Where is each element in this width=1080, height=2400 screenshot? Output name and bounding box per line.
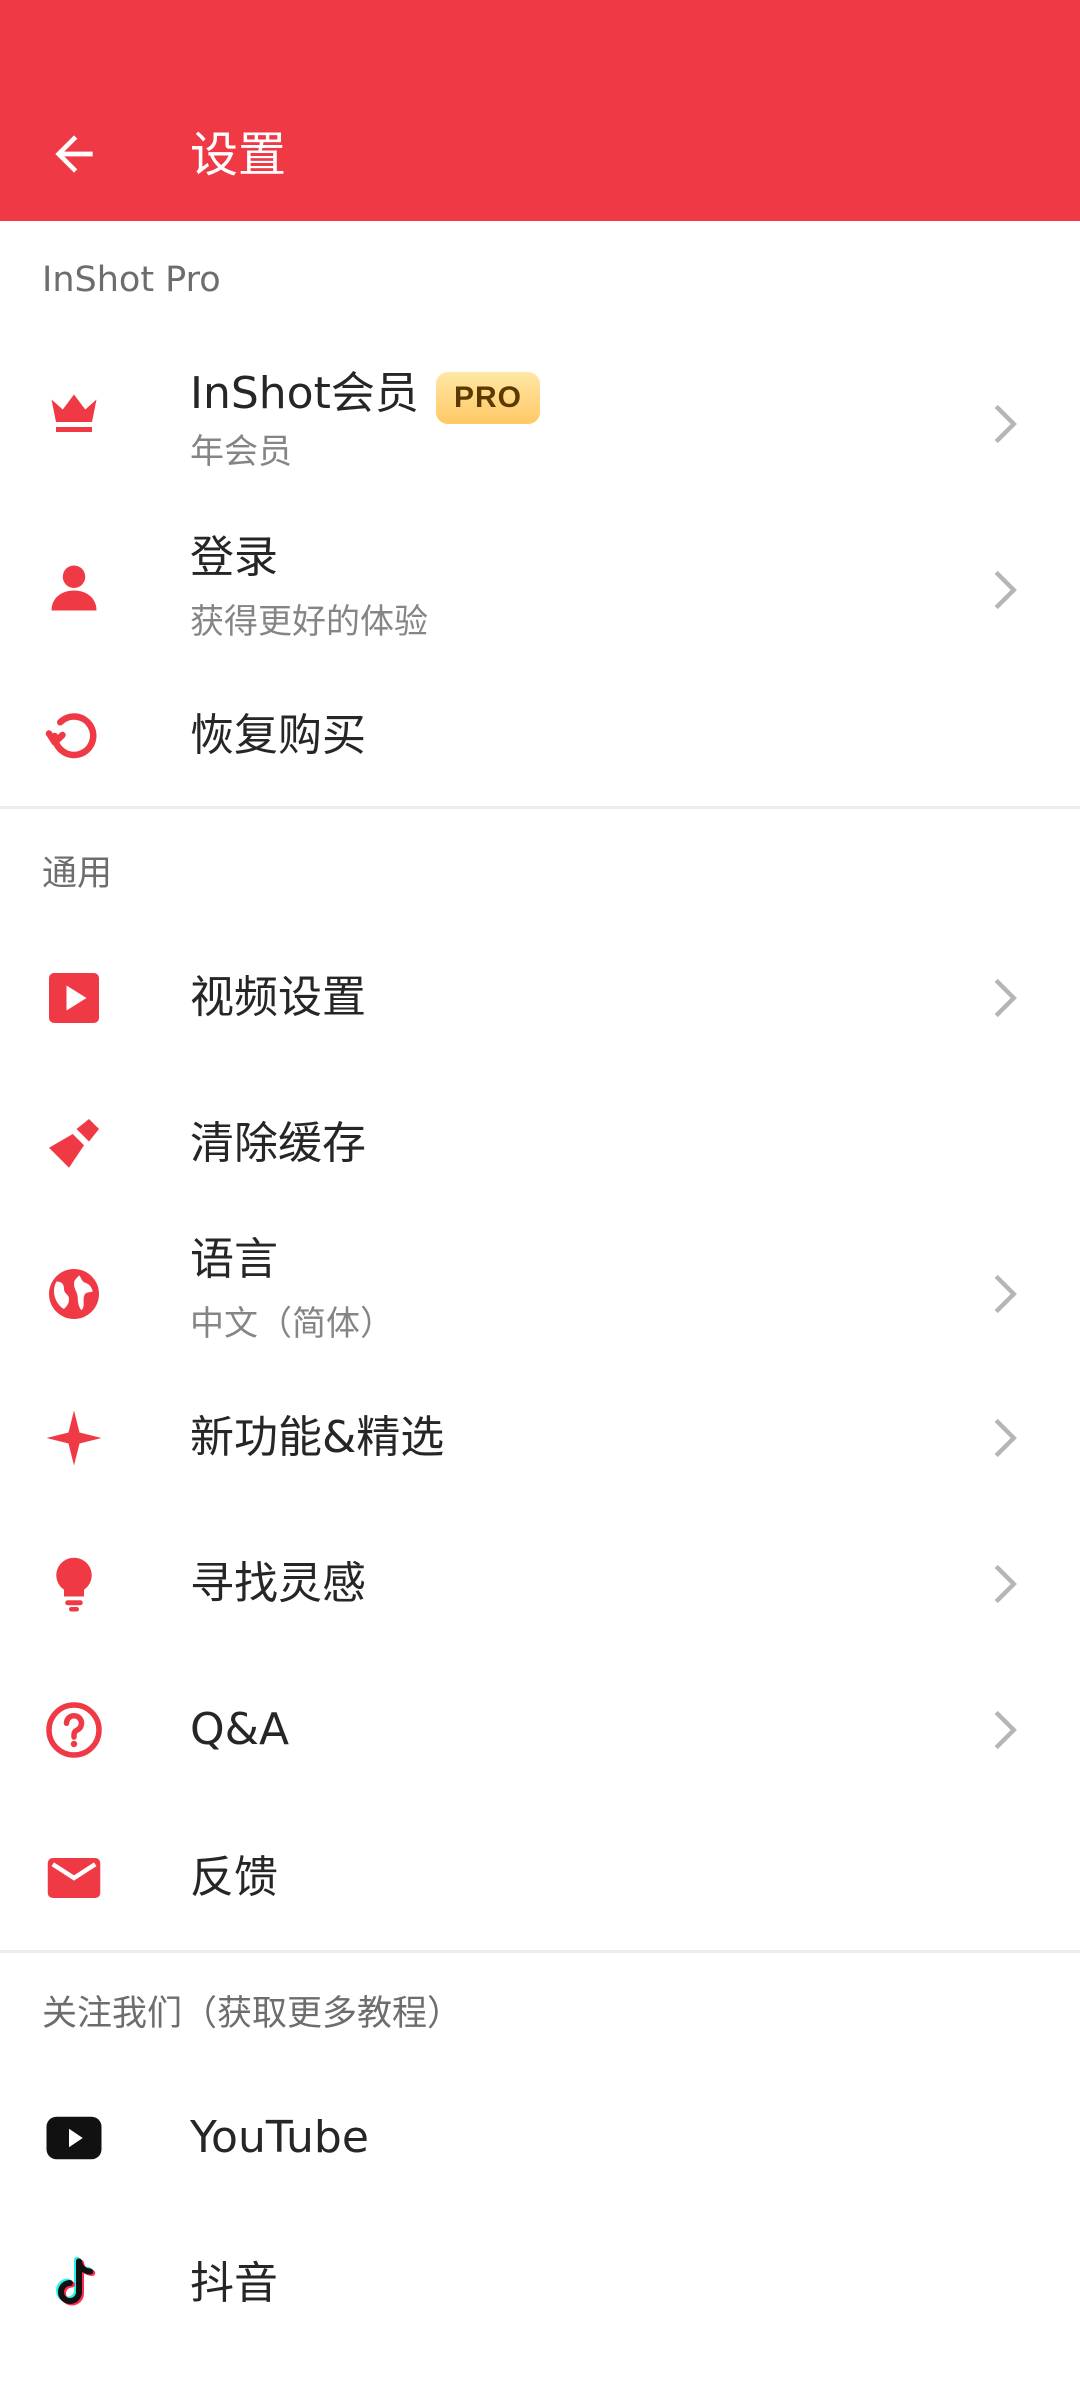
restore-purchase-label: 恢复购买 (190, 710, 366, 761)
youtube-icon (46, 2116, 102, 2160)
lightbulb-icon (56, 1557, 92, 1612)
crown-icon (51, 394, 97, 432)
inspiration-label: 寻找灵感 (190, 1558, 366, 1609)
chevron-right-icon (994, 978, 1017, 1018)
inspiration-row[interactable]: 寻找灵感 (0, 1536, 1080, 1632)
chevron-right-icon (994, 1274, 1017, 1314)
feedback-row[interactable]: 反馈 (0, 1830, 1080, 1926)
video-settings-row[interactable]: 视频设置 (0, 950, 1080, 1046)
clear-cache-label: 清除缓存 (190, 1118, 366, 1169)
membership-sub: 年会员 (190, 432, 292, 472)
qa-label: Q&A (190, 1704, 290, 1755)
arrow-left-icon[interactable] (46, 126, 102, 182)
page-title: 设置 (190, 127, 287, 183)
language-label: 语言 (190, 1234, 278, 1285)
sparkle-icon (46, 1410, 102, 1466)
play-square-icon (49, 973, 99, 1023)
youtube-label: YouTube (190, 2112, 369, 2163)
chevron-right-icon (994, 404, 1017, 444)
section-header-follow: 关注我们（获取更多教程） (42, 1994, 463, 2034)
app-bar: 设置 (0, 0, 1080, 221)
language-sub: 中文（简体） (190, 1304, 394, 1344)
divider (0, 1950, 1080, 1953)
douyin-row[interactable]: 抖音 (0, 2236, 1080, 2332)
section-header-general: 通用 (42, 854, 113, 894)
chevron-right-icon (994, 1564, 1017, 1604)
login-sub: 获得更好的体验 (190, 602, 428, 642)
douyin-label: 抖音 (190, 2258, 278, 2309)
person-icon (51, 565, 97, 611)
membership-row[interactable]: InShot会员 年会员 (0, 350, 1080, 480)
section-header-pro: InShot Pro (42, 260, 221, 300)
clear-cache-row[interactable]: 清除缓存 (0, 1096, 1080, 1192)
login-row[interactable]: 登录 获得更好的体验 (0, 520, 1080, 660)
brush-icon (49, 1119, 99, 1168)
chevron-right-icon (994, 1710, 1017, 1750)
pro-badge: PRO (436, 372, 540, 424)
mail-icon (47, 1858, 101, 1898)
new-features-row[interactable]: 新功能&精选 (0, 1390, 1080, 1486)
chevron-right-icon (994, 570, 1017, 610)
divider (0, 806, 1080, 809)
restore-purchase-row[interactable]: 恢复购买 (0, 692, 1080, 782)
language-row[interactable]: 语言 中文（简体） (0, 1222, 1080, 1362)
login-label: 登录 (190, 532, 278, 583)
chevron-right-icon (994, 1418, 1017, 1458)
restore-icon (45, 713, 97, 759)
qa-row[interactable]: Q&A (0, 1682, 1080, 1778)
new-features-label: 新功能&精选 (190, 1412, 445, 1463)
question-circle-icon (46, 1702, 102, 1758)
membership-label: InShot会员 (190, 368, 419, 419)
globe-icon (49, 1269, 99, 1319)
youtube-row[interactable]: YouTube (0, 2090, 1080, 2186)
tiktok-icon (56, 2256, 96, 2306)
feedback-label: 反馈 (190, 1852, 278, 1903)
video-settings-label: 视频设置 (190, 972, 366, 1023)
